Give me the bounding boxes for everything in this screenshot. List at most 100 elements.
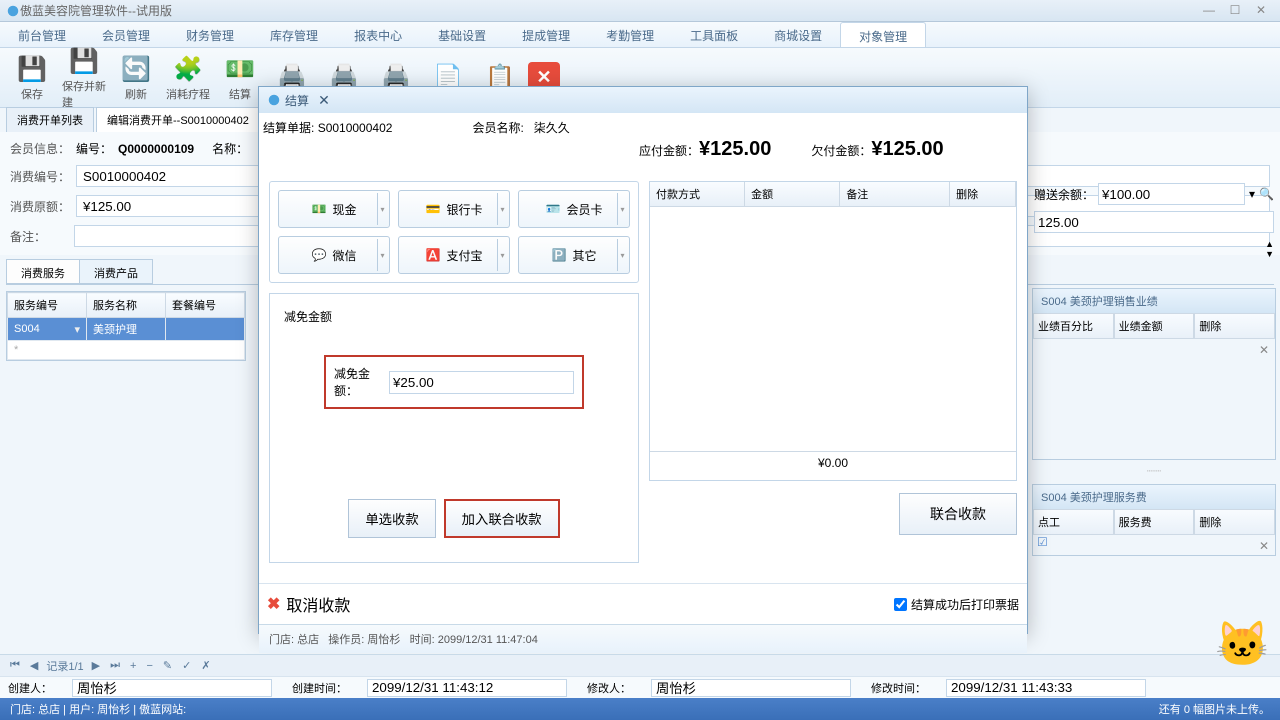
col-header: 服务名称 <box>87 293 166 318</box>
record-navigator: ⏮ ◀ 记录1/1 ▶ ⏭ + − ✎ ✓ ✗ <box>0 654 1280 676</box>
close-icon[interactable]: ✕ <box>1259 343 1269 357</box>
chevron-down-icon[interactable]: ▾ <box>617 193 627 225</box>
menu-5[interactable]: 基础设置 <box>420 22 504 47</box>
minimize-button[interactable]: — <box>1196 3 1222 19</box>
titlebar: 傲蓝美容院管理软件--试用版 — ☐ ✕ <box>0 0 1280 22</box>
pay-支付宝[interactable]: 🅰️支付宝▾ <box>398 236 510 274</box>
nav-prev-icon[interactable]: ◀ <box>28 659 40 672</box>
member-label: 会员名称: <box>472 121 523 135</box>
orig-amt-label: 消费原额： <box>10 198 70 215</box>
chevron-down-icon[interactable]: ▾ <box>497 193 507 225</box>
nav-save-icon[interactable]: ✓ <box>180 659 193 672</box>
lookup-icon[interactable]: 🔍 <box>1259 187 1274 201</box>
right-panel: 赠送余额： ▾ 🔍 ▲ ▼ S004 美颈护理销售业绩 业绩百分比业绩金额删除 … <box>1032 180 1276 556</box>
tab-0[interactable]: 消费开单列表 <box>6 107 94 132</box>
pay-银行卡[interactable]: 💳银行卡▾ <box>398 190 510 228</box>
add-union-collect-button[interactable]: 加入联合收款 <box>444 499 560 538</box>
mtime-input[interactable] <box>946 679 1146 697</box>
toolbar-保存并新建[interactable]: 💾保存并新建 <box>60 44 108 112</box>
member-name: 柒久久 <box>534 121 570 135</box>
table-row[interactable]: S004 ▾ 美颈护理 <box>8 318 245 341</box>
dialog-footer: 门店: 总店 操作员: 周怡杉 时间: 2099/12/31 11:47:04 <box>259 624 1027 653</box>
menu-2[interactable]: 财务管理 <box>168 22 252 47</box>
small-col: 业绩百分比 <box>1033 313 1114 339</box>
member-id: Q0000000109 <box>118 142 194 156</box>
menu-8[interactable]: 工具面板 <box>672 22 756 47</box>
nav-next-icon[interactable]: ▶ <box>90 659 102 672</box>
payment-total: ¥0.00 <box>650 451 1016 474</box>
menu-6[interactable]: 提成管理 <box>504 22 588 47</box>
menu-9[interactable]: 商城设置 <box>756 22 840 47</box>
service-fee-panel: S004 美颈护理服务费 点工服务费删除 ☑ ✕ <box>1032 484 1276 556</box>
dialog-close-button[interactable]: ✕ <box>313 92 335 109</box>
tab-1[interactable]: 编辑消费开单--S0010000402 <box>96 107 260 132</box>
pay-微信[interactable]: 💬微信▾ <box>278 236 390 274</box>
nav-first-icon[interactable]: ⏮ <box>8 659 22 672</box>
gift-balance-input[interactable] <box>1098 183 1245 205</box>
status-left: 门店: 总店 | 用户: 周怡杉 | 傲蓝网站: <box>10 701 186 717</box>
pay-icon: 🅰️ <box>426 248 441 262</box>
nav-last-icon[interactable]: ⏭ <box>108 659 122 672</box>
owe-amount: ¥125.00 <box>871 138 943 160</box>
meta-footer: 创建人： 创建时间： 修改人： 修改时间： <box>0 676 1280 698</box>
sales-perf-panel: S004 美颈护理销售业绩 业绩百分比业绩金额删除 ✕ <box>1032 288 1276 460</box>
consume-no-label: 消费编号： <box>10 168 70 185</box>
pay-会员卡[interactable]: 🪪会员卡▾ <box>518 190 630 228</box>
toolbar-结算[interactable]: 💵结算 <box>216 52 264 104</box>
cancel-icon: ✖ <box>267 594 280 614</box>
bill-no-label: 结算单据: <box>263 121 314 135</box>
ptable-col: 金额 <box>745 182 840 206</box>
chevron-down-icon[interactable]: ▾ <box>377 239 387 271</box>
dropdown-icon[interactable]: ▾ <box>1249 187 1255 201</box>
nav-edit-icon[interactable]: ✎ <box>161 659 174 672</box>
checkbox-icon[interactable]: ☑ <box>1033 531 1052 553</box>
modifier-label: 修改人： <box>587 680 631 696</box>
print-after-checkbox[interactable]: 结算成功后打印票据 <box>894 596 1019 613</box>
menu-7[interactable]: 考勤管理 <box>588 22 672 47</box>
toolbar-消耗疗程[interactable]: 🧩消耗疗程 <box>164 52 212 104</box>
toolbar-保存[interactable]: 💾保存 <box>8 52 56 104</box>
chevron-down-icon[interactable]: ▾ <box>617 239 627 271</box>
spin-down-icon[interactable]: ▼ <box>1265 249 1274 259</box>
ptable-col: 付款方式 <box>650 182 745 206</box>
right-amount-input[interactable] <box>1034 211 1274 233</box>
toolbar-刷新[interactable]: 🔄刷新 <box>112 52 160 104</box>
member-id-label: 编号： <box>76 140 112 157</box>
small-col: 删除 <box>1194 313 1275 339</box>
pay-其它[interactable]: 🅿️其它▾ <box>518 236 630 274</box>
spin-up-icon[interactable]: ▲ <box>1265 239 1274 249</box>
chevron-down-icon[interactable]: ▾ <box>497 239 507 271</box>
pay-icon: 🪪 <box>546 202 561 216</box>
ctime-label: 创建时间： <box>292 680 347 696</box>
nav-add-icon[interactable]: + <box>128 660 138 672</box>
union-collect-button[interactable]: 联合收款 <box>899 493 1017 535</box>
nav-cancel-icon[interactable]: ✗ <box>199 659 212 672</box>
single-collect-button[interactable]: 单选收款 <box>348 499 435 538</box>
menu-3[interactable]: 库存管理 <box>252 22 336 47</box>
app-title: 傲蓝美容院管理软件--试用版 <box>20 2 1196 19</box>
toolbar-icon: 🧩 <box>172 54 204 86</box>
col-header: 套餐编号 <box>166 293 245 318</box>
pay-现金[interactable]: 💵现金▾ <box>278 190 390 228</box>
toolbar-icon: 💾 <box>16 54 48 86</box>
subtab-1[interactable]: 消费产品 <box>79 259 153 284</box>
subtab-0[interactable]: 消费服务 <box>6 259 80 284</box>
member-info-label: 会员信息： <box>10 140 70 157</box>
creator-input[interactable] <box>72 679 272 697</box>
toolbar-icon: 🔄 <box>120 54 152 86</box>
chevron-down-icon[interactable]: ▾ <box>377 193 387 225</box>
cancel-collect-button[interactable]: ✖ 取消收款 <box>267 592 350 616</box>
modifier-input[interactable] <box>651 679 851 697</box>
close-icon[interactable]: ✕ <box>1259 539 1269 553</box>
close-button[interactable]: ✕ <box>1248 3 1274 19</box>
ctime-input[interactable] <box>367 679 567 697</box>
dialog-icon <box>267 93 281 107</box>
waive-input[interactable] <box>389 371 574 394</box>
small-col: 业绩金额 <box>1114 313 1195 339</box>
menu-10[interactable]: 对象管理 <box>840 22 926 47</box>
menu-4[interactable]: 报表中心 <box>336 22 420 47</box>
nav-del-icon[interactable]: − <box>144 660 154 672</box>
waive-panel: 减免金额 减免金额： 单选收款 加入联合收款 <box>269 293 639 563</box>
maximize-button[interactable]: ☐ <box>1222 3 1248 19</box>
splitter-icon[interactable]: ┈┈ <box>1032 464 1276 478</box>
